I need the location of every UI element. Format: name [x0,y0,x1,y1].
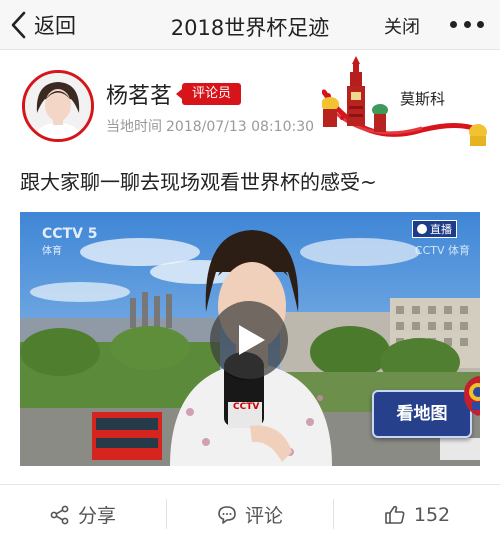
comment-button[interactable]: 评论 [167,485,333,543]
more-options-button[interactable] [450,14,484,34]
city-label: 莫斯科 [400,90,446,108]
action-bar: 分享 评论 152 [0,484,500,543]
mic-logo: CCTV [233,402,260,412]
live-badge: 直播 [412,220,457,238]
channel-logo-text: CCTV 5 [42,226,98,242]
world-cup-logo-icon [464,376,480,416]
more-dot-icon [477,20,484,28]
comment-label: 评论 [244,505,283,527]
time-label: 当地时间 [106,119,162,135]
more-dot-icon [450,20,457,28]
play-icon [239,325,265,355]
channel-logo: CCTV 5 体育 [42,226,98,257]
channel-sub: 体育 [42,246,62,257]
view-map-button[interactable]: 看地图 [372,390,472,438]
play-button[interactable] [210,301,288,379]
share-icon [50,505,69,524]
page-title: 2018世界杯足迹 [170,16,330,40]
post-text: 跟大家聊一聊去现场观看世界杯的感受~ [20,170,377,194]
close-button[interactable]: 关闭 [384,13,420,39]
football-icon [417,224,427,234]
live-label: 直播 [430,223,452,236]
author-name[interactable]: 杨茗茗 [106,78,172,110]
top-nav-bar: 返回 2018世界杯足迹 关闭 [0,0,500,50]
post-time: 当地时间 2018/07/13 08:10:30 [106,116,314,136]
channel-watermark: CCTV 体育 [414,244,470,257]
share-label: 分享 [77,505,116,527]
share-button[interactable]: 分享 [0,485,166,543]
like-count: 152 [413,503,451,526]
thumbs-up-icon [385,505,405,524]
like-button[interactable]: 152 [334,485,500,543]
time-value: 2018/07/13 08:10:30 [166,119,315,135]
role-badge: 评论员 [175,83,242,105]
comment-icon [218,505,236,524]
video-player[interactable]: CCTV 5 体育 直播 CCTV 体育 CCTV 看地图 [20,212,480,466]
more-dot-icon [463,20,471,28]
author-avatar[interactable] [22,70,94,142]
